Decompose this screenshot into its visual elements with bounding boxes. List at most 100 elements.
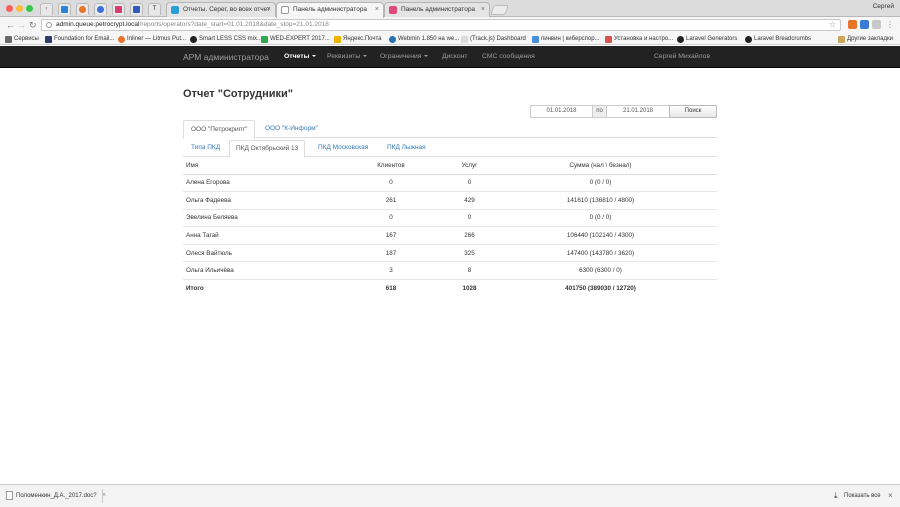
bookmark-item[interactable]: Laravel Breadcrumbs xyxy=(745,34,811,44)
cell-total-services: 1028 xyxy=(455,279,484,298)
table-row: Алена Егорова 0 0 0 (0 / 0) xyxy=(183,173,717,192)
tab-company-petrocrypt[interactable]: ООО "Петрокрипт" xyxy=(183,120,256,139)
forward-arrow-icon[interactable]: → xyxy=(17,19,26,31)
cell-name: Олеся Вайтюль xyxy=(183,243,327,262)
date-start-input[interactable]: 01.01.2018 xyxy=(530,105,593,118)
reload-icon[interactable]: ↻ xyxy=(29,19,37,31)
nav-item-restrictions[interactable]: Ограничения xyxy=(380,46,429,68)
browser-tab-reports[interactable]: Отчеты. Серег, во всех отчет × xyxy=(166,2,276,17)
cell-clients: 167 xyxy=(327,226,455,245)
show-all-downloads-button[interactable]: ⤓ Показать все xyxy=(834,490,881,502)
browser-tab-admin[interactable]: Панель администратора × xyxy=(384,2,490,17)
pinned-tab-3[interactable] xyxy=(94,3,107,15)
address-toolbar: ← → ↻ admin.queue.petrocrypt.local/repor… xyxy=(0,17,900,33)
cell-sum: 141610 (136810 / 4800) xyxy=(484,191,717,210)
tab-company-k-inform[interactable]: ООО "К-Информ" xyxy=(258,120,325,138)
back-arrow-icon[interactable]: ← xyxy=(6,19,15,31)
tab-point-moskovskaya[interactable]: ПКД Московская xyxy=(312,140,374,157)
download-separator xyxy=(102,489,103,503)
date-stop-input[interactable]: 21.01.2018 xyxy=(606,105,670,118)
app-brand[interactable]: АРМ администратора xyxy=(183,46,269,68)
bookmark-item[interactable]: Webmin 1.850 на we... xyxy=(389,34,459,44)
new-tab-button[interactable] xyxy=(490,5,509,15)
bookmark-item[interactable]: Яндекс.Почта xyxy=(334,34,382,44)
menu-kebab-icon[interactable]: ⋮ xyxy=(886,19,894,31)
pinned-tab-1[interactable] xyxy=(58,3,71,15)
bookmark-item[interactable]: Laravel Generators xyxy=(677,34,737,44)
nav-user-name[interactable]: Сергей Михайлов xyxy=(654,46,710,68)
tab-point-lyzhnaya[interactable]: ПКД Лыжная xyxy=(381,140,432,157)
extension-icon[interactable] xyxy=(872,20,881,29)
tab-title: Панель администратора xyxy=(293,6,368,13)
bookmark-star-icon[interactable]: ☆ xyxy=(829,20,836,30)
pinned-tab-2[interactable] xyxy=(76,3,89,15)
nav-item-sms[interactable]: СМС сообщения xyxy=(482,46,535,68)
extension-icon[interactable] xyxy=(860,20,869,29)
close-window-button[interactable] xyxy=(6,5,13,12)
cell-sum: 6300 (6300 / 0) xyxy=(484,261,717,280)
maximize-window-button[interactable] xyxy=(26,5,33,12)
col-header-name: Имя xyxy=(183,158,327,175)
bookmark-item[interactable]: Сервисы xyxy=(5,34,39,44)
nav-item-discount[interactable]: Дисконт xyxy=(442,46,468,68)
close-tab-icon[interactable]: × xyxy=(481,3,485,17)
close-tab-icon[interactable]: × xyxy=(375,3,379,17)
cell-sum: 147400 (143780 / 3620) xyxy=(484,243,717,262)
bookmark-favicon-icon xyxy=(261,36,268,43)
cell-name: Алена Егорова xyxy=(183,173,327,192)
nav-item-requisites[interactable]: Реквизиты xyxy=(327,46,368,68)
table-header-row: Имя Клиентов Услуг Сумма (нал \ безнал) xyxy=(183,158,717,175)
url-field[interactable]: admin.queue.petrocrypt.local/reports/ope… xyxy=(41,19,841,31)
search-button[interactable]: Поиск xyxy=(669,105,717,118)
bookmark-item[interactable]: пинвин | киберспор... xyxy=(532,34,600,44)
url-path: /reports/operators?date_start=01.01.2018… xyxy=(139,21,329,28)
download-file-name: Поломенкин_Д.А._2017.doc? xyxy=(16,493,97,499)
report-table: Имя Клиентов Услуг Сумма (нал \ безнал) … xyxy=(183,158,717,298)
site-info-icon[interactable] xyxy=(46,22,52,28)
tab-favicon-icon xyxy=(171,6,179,14)
col-header-sum: Сумма (нал \ безнал) xyxy=(484,158,717,175)
col-header-services: Услуг xyxy=(455,158,484,175)
nav-item-reports[interactable]: Отчеты xyxy=(284,46,317,68)
download-item[interactable]: Поломенкин_Д.А._2017.doc? ˄ xyxy=(4,489,106,503)
bookmark-item[interactable]: Foundation for Email... xyxy=(45,34,114,44)
pinned-tab-back[interactable]: ‹ xyxy=(40,3,53,15)
github-icon xyxy=(190,36,197,43)
bookmark-item[interactable]: Smart LESS CSS mix... xyxy=(190,34,262,44)
tab-title: Отчеты. Серег, во всех отчет xyxy=(183,6,270,13)
cell-services: 429 xyxy=(455,191,484,210)
close-tab-icon[interactable]: × xyxy=(267,3,271,17)
pinned-tab-4[interactable] xyxy=(112,3,125,15)
cell-total-label: Итого xyxy=(183,279,327,298)
minimize-window-button[interactable] xyxy=(16,5,23,12)
table-total-row: Итого 618 1028 401750 (389030 / 12720) xyxy=(183,279,717,298)
url-host: admin.queue.petrocrypt.local xyxy=(56,21,140,28)
bookmark-favicon-icon xyxy=(118,36,125,43)
bookmark-item[interactable]: Другие закладки xyxy=(838,34,893,44)
bookmark-item[interactable]: Установка и настро... xyxy=(605,34,673,44)
table-row: Анна Тагай 167 266 106440 (102140 / 4300… xyxy=(183,226,717,245)
cell-name: Ольга Фадеева xyxy=(183,191,327,210)
cell-clients: 0 xyxy=(327,173,455,192)
close-icon[interactable]: × xyxy=(888,490,893,502)
tab-point-oktyabrsky[interactable]: ПКД Октябрьский 13 xyxy=(229,140,306,158)
tab-point-type[interactable]: Типа ПКД xyxy=(185,140,226,157)
pinned-tab-5[interactable] xyxy=(130,3,143,15)
cell-services: 266 xyxy=(455,226,484,245)
cell-clients: 261 xyxy=(327,191,455,210)
tab-title: Панель администратора xyxy=(401,6,476,13)
caret-down-icon xyxy=(312,55,317,58)
table-row: Ольга Фадеева 261 429 141610 (136810 / 4… xyxy=(183,191,717,210)
cell-name: Ольга Ильичёва xyxy=(183,261,327,280)
pinned-tab-6[interactable]: T xyxy=(148,3,161,15)
bookmark-item[interactable]: Inliner — Litmus Put... xyxy=(118,34,186,44)
github-icon xyxy=(745,36,752,43)
mail-icon xyxy=(334,36,341,43)
cell-name: Эвелина Беляева xyxy=(183,208,327,227)
bookmark-item[interactable]: WED-EXPERT 2017... xyxy=(261,34,330,44)
table-row: Эвелина Беляева 0 0 0 (0 / 0) xyxy=(183,208,717,227)
browser-tab-admin-active[interactable]: Панель администратора × xyxy=(276,2,384,18)
bookmark-item[interactable]: (Track.js) Dashboard xyxy=(461,34,526,44)
browser-profile-name[interactable]: Сергей xyxy=(873,3,894,10)
extension-icon[interactable] xyxy=(848,20,857,29)
